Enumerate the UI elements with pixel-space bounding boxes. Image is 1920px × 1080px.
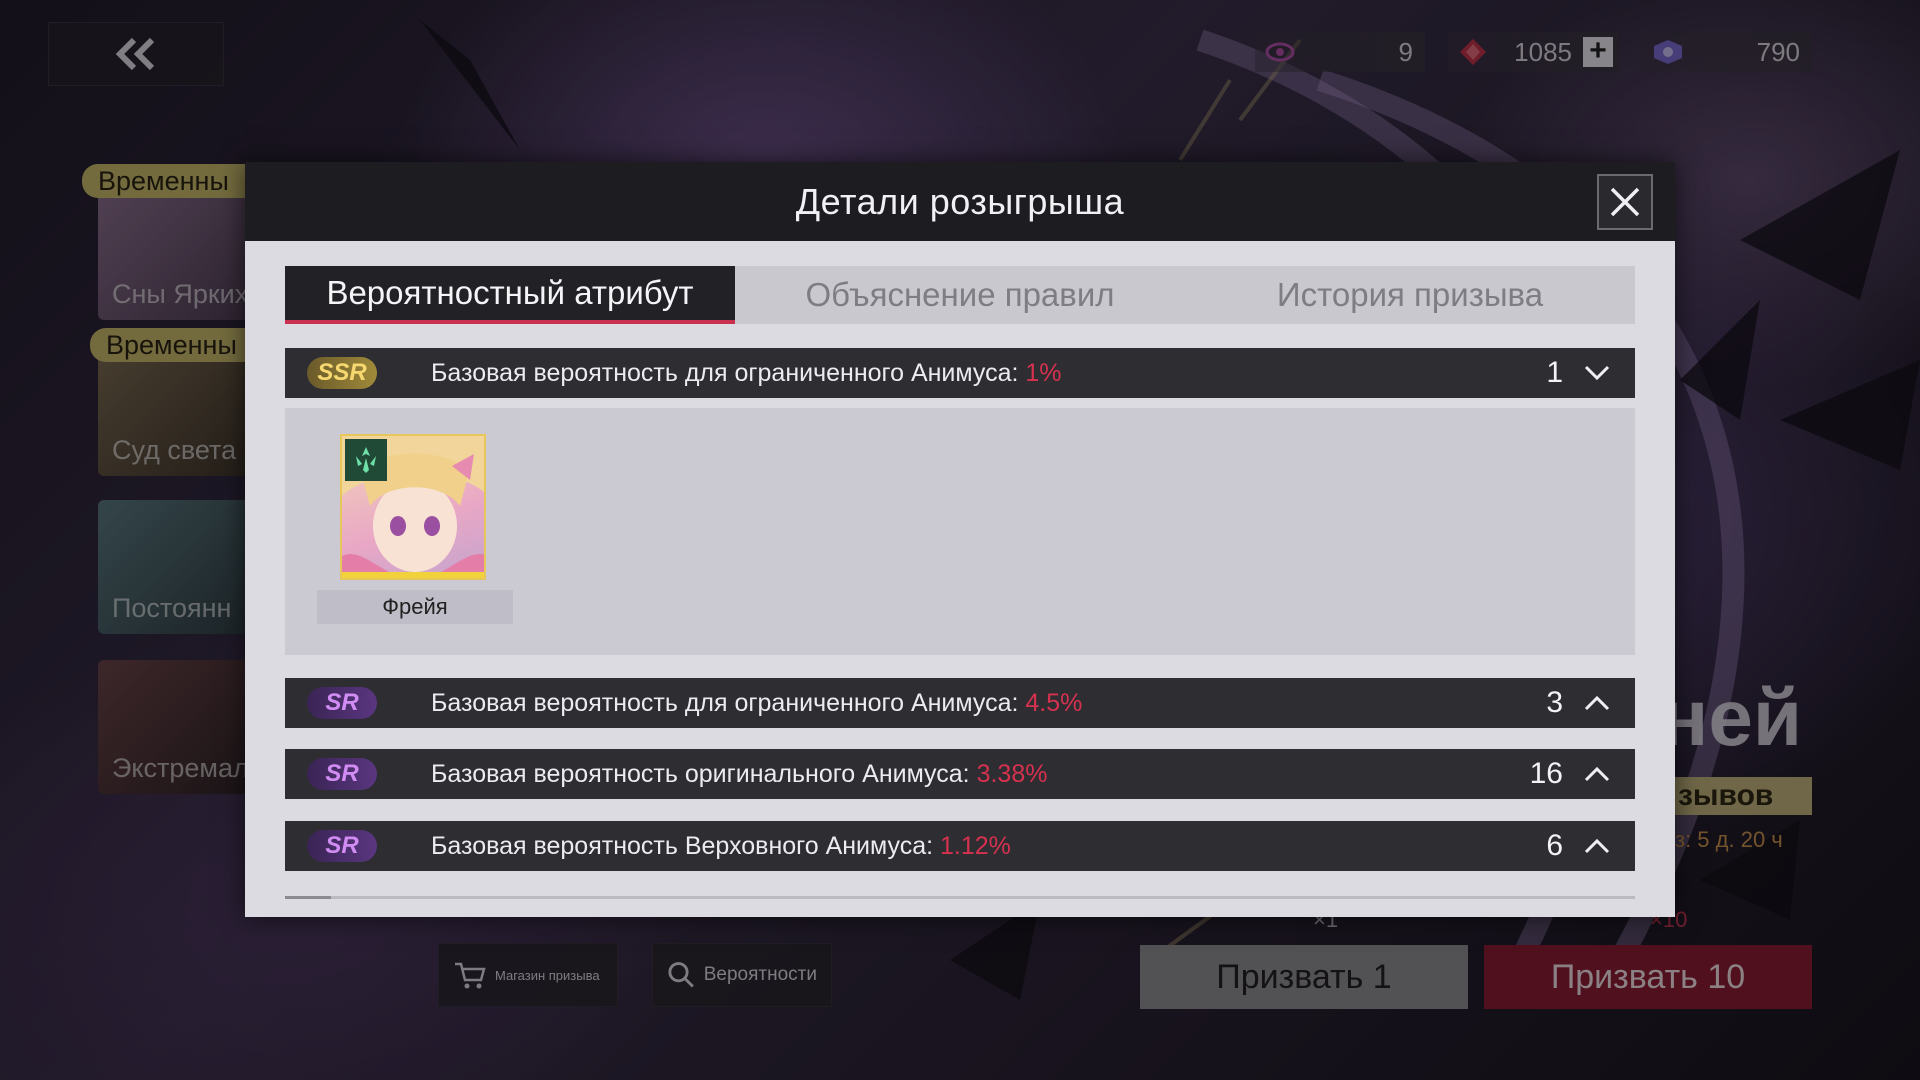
- tab-bar: Вероятностный атрибут Объяснение правил …: [285, 266, 1635, 324]
- section-percent: 1%: [1025, 358, 1062, 387]
- chevron-down-icon[interactable]: [1581, 357, 1613, 389]
- modal-header: Детали розыгрыша: [245, 162, 1675, 241]
- draw-details-modal: Детали розыгрыша Вероятностный атрибут О…: [245, 162, 1675, 917]
- section-count: 16: [1529, 757, 1563, 790]
- section-label-text: Базовая вероятность Верховного Анимуса:: [431, 831, 940, 860]
- section-count: 6: [1546, 829, 1563, 862]
- character-name: Фрейя: [317, 590, 513, 624]
- sr-badge-icon: SR: [307, 758, 377, 790]
- ssr-character-list: Фрейя: [285, 408, 1635, 655]
- section-ssr-limited[interactable]: SSR Базовая вероятность для ограниченног…: [285, 348, 1635, 398]
- character-card[interactable]: Фрейя: [317, 434, 513, 624]
- section-percent: 4.5%: [1025, 688, 1083, 717]
- chevron-up-icon[interactable]: [1581, 830, 1613, 862]
- section-label-text: Базовая вероятность для ограниченного Ан…: [431, 688, 1026, 717]
- section-label: Базовая вероятность для ограниченного Ан…: [431, 359, 1523, 388]
- scrollbar-thumb[interactable]: [285, 896, 331, 899]
- section-sr-supreme[interactable]: SR Базовая вероятность Верховного Анимус…: [285, 821, 1635, 871]
- section-label: Базовая вероятность Верховного Анимуса: …: [431, 832, 1523, 861]
- section-label-text: Базовая вероятность оригинального Анимус…: [431, 759, 977, 788]
- tab-rules[interactable]: Объяснение правил: [735, 266, 1185, 324]
- sr-badge-icon: SR: [307, 830, 377, 862]
- section-sr-limited[interactable]: SR Базовая вероятность для ограниченного…: [285, 678, 1635, 728]
- rarity-bar: [342, 572, 484, 578]
- section-percent: 1.12%: [940, 831, 1011, 860]
- close-button[interactable]: [1597, 174, 1653, 230]
- section-sr-original[interactable]: SR Базовая вероятность оригинального Ани…: [285, 749, 1635, 799]
- section-label: Базовая вероятность оригинального Анимус…: [431, 760, 1523, 789]
- tab-history[interactable]: История призыва: [1185, 266, 1635, 324]
- section-percent: 3.38%: [976, 759, 1048, 788]
- section-count: 3: [1546, 686, 1563, 719]
- ssr-badge-icon: SSR: [307, 357, 377, 389]
- section-label-text: Базовая вероятность для ограниченного Ан…: [431, 358, 1026, 387]
- sr-badge-icon: SR: [307, 687, 377, 719]
- wind-element-icon: [345, 439, 387, 481]
- chevron-up-icon[interactable]: [1581, 687, 1613, 719]
- scrollbar[interactable]: [285, 896, 1635, 899]
- chevron-up-icon[interactable]: [1581, 758, 1613, 790]
- character-portrait: [340, 434, 486, 580]
- modal-title: Детали розыгрыша: [795, 180, 1125, 222]
- close-icon: [1610, 187, 1640, 217]
- section-count: 1: [1546, 356, 1563, 389]
- tab-probability[interactable]: Вероятностный атрибут: [285, 266, 735, 324]
- section-label: Базовая вероятность для ограниченного Ан…: [431, 689, 1523, 718]
